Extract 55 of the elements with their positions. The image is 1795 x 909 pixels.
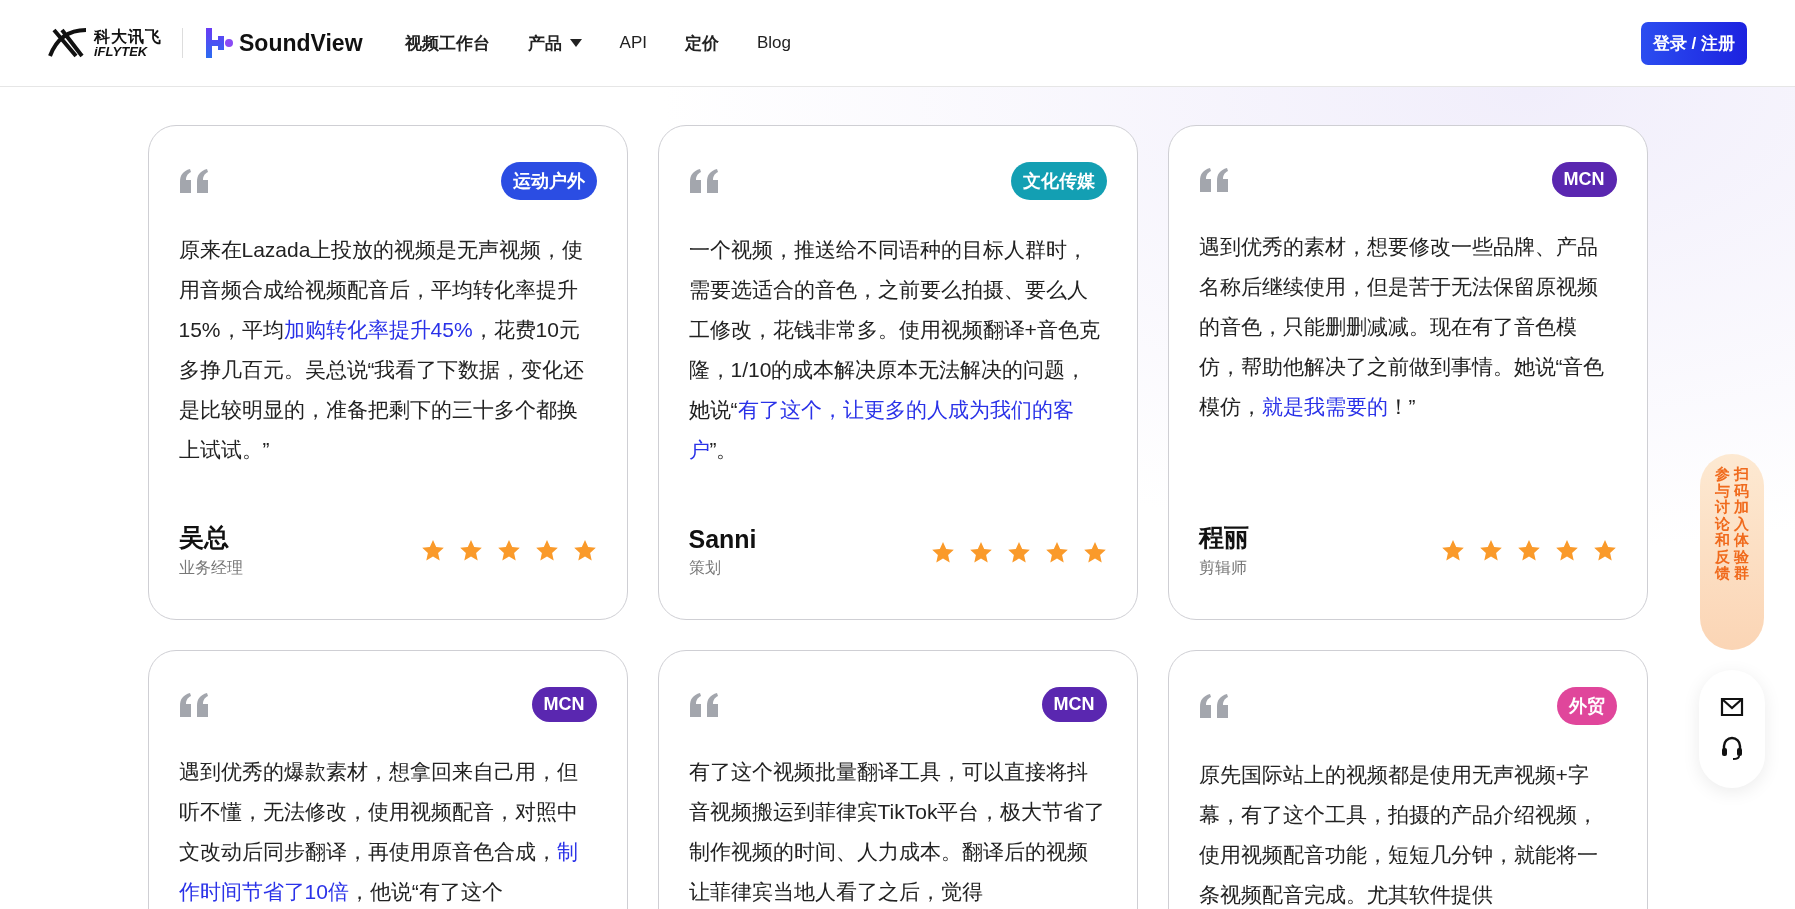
author-name: 程丽 [1198,522,1249,553]
author-role: 剪辑师 [1198,558,1248,578]
quote-icon [1198,167,1229,192]
category-tag: MCN [1551,162,1617,197]
nav-link[interactable]: API [619,33,647,53]
star-icon [1006,540,1031,564]
nav-link[interactable]: 视频工作台 [404,31,490,55]
star-icon [534,538,559,562]
author-role: 业务经理 [178,558,243,578]
nav-link[interactable]: 定价 [684,31,719,55]
logo-icon [203,26,233,60]
star-icon [1592,538,1617,562]
star-icon [1044,540,1069,564]
star-icon [458,538,483,562]
nav-link[interactable]: Blog [756,33,791,53]
testimonial-text: 遇到优秀的爆款素材，想拿回来自己用，但听不懂，无法修改，使用视频配音，对照中文改动后同步翻译，再使用原音色合成，制作时间节省了10倍，他说“有了这个 [178,759,579,905]
login-button[interactable]: 登录 / 注册 [1640,21,1747,65]
star-icon [1440,538,1465,562]
author-name: Sanni [688,525,757,554]
headset-icon[interactable] [1720,735,1744,761]
product-logo-text: SoundView [239,29,363,57]
testimonial-text: 遇到优秀的素材，想要修改一些品牌、产品名称后继续使用，但是苦于无法保留原视频的音色，只能删删减减。现在有了音色模仿，帮助他解决了之前做到事情。她说“音色模仿，就是我需要的！” [1198,234,1606,420]
caret-icon [569,39,582,47]
star-icon [420,538,445,562]
testimonial-text: 有了这个视频批量翻译工具，可以直接将抖音视频搬运到菲律宾TikTok平台，极大节省了制作视频的时间、人力成本。翻译后的视频让菲律宾当地人看了之后，觉得 [688,759,1107,905]
testimonial-text: 原来在Lazada上投放的视频是无声视频，使用音频合成给视频配音后，平均转化率提升15%，平均加购转化率提升45%，花费10元多挣几百元。吴总说“我看了下数据，变化还是比较明显的，准备把剩下的三十多个都换上试试。” [178,237,586,463]
star-icon [496,538,521,562]
star-icon [1082,540,1107,564]
banner-text: 参与讨论和反馈 [1715,466,1730,583]
brand-logo-text: iFLYTEK [94,44,148,58]
star-icon [968,540,993,564]
quote-icon [1198,694,1229,718]
nav-link[interactable]: 产品 [527,31,582,55]
category-tag: 文化传媒 [1010,162,1107,200]
quote-icon [688,169,719,193]
brand-logo-text: 科大讯飞 [94,28,162,45]
author-role: 策划 [688,558,722,578]
testimonial-text: 一个视频，推送给不同语种的目标人群时，需要选适合的音色，之前要么拍摄、要么人工修改，花钱非常多。使用视频翻译+音色克隆，1/10的成本解决原本无法解决的问题，她说“有了这个，让更多的人成为我们的客户”。 [688,237,1101,463]
mail-icon[interactable] [1720,697,1744,717]
category-tag: 运动户外 [500,162,597,200]
quote-icon [178,692,209,717]
star-icon [1516,538,1541,562]
testimonial-text: 原先国际站上的视频都是使用无声视频+字幕，有了这个工具，拍摄的产品介绍视频，使用视频配音功能，短短几分钟，就能将一条视频配音完成。尤其软件提供 [1198,762,1599,908]
quote-icon [688,692,719,717]
star-icon [1478,538,1503,562]
banner-text: 扫码加入体验群 [1734,466,1749,583]
author-name: 吴总 [178,522,230,553]
star-icon [930,540,955,564]
logo-icon [48,28,88,58]
quote-icon [178,169,209,193]
category-tag: 外贸 [1556,687,1617,725]
category-tag: MCN [1041,687,1107,722]
category-tag: MCN [531,687,597,722]
star-icon [1554,538,1579,562]
star-icon [572,538,597,562]
